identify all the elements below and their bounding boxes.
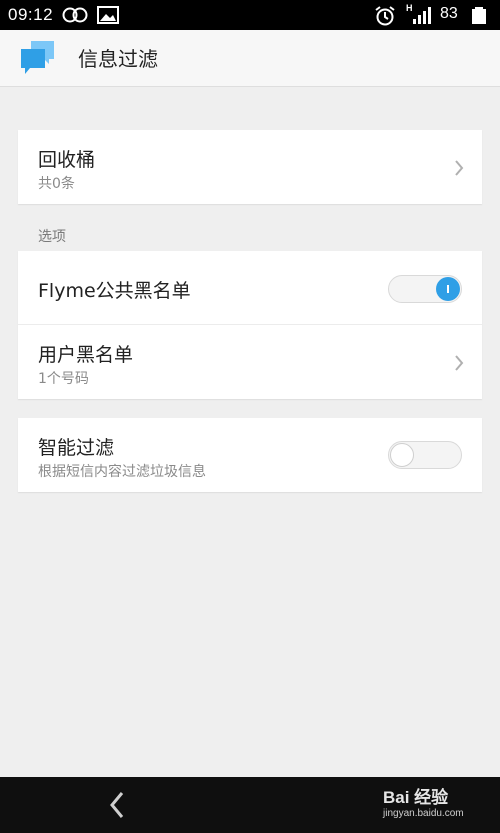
- chevron-right-icon: [455, 355, 464, 371]
- smart-filter-card: 智能过滤 根据短信内容过滤垃圾信息: [18, 418, 482, 492]
- smart-filter-toggle[interactable]: [388, 441, 462, 469]
- gallery-icon: [97, 6, 119, 24]
- smart-filter-title: 智能过滤: [38, 437, 115, 459]
- user-blacklist-row[interactable]: 用户黑名单 1个号码: [18, 325, 482, 399]
- options-card: Flyme公共黑名单 用户黑名单 1个号码: [18, 251, 482, 399]
- alarm-icon: [375, 6, 395, 26]
- trash-row[interactable]: 回收桶 共0条: [18, 130, 482, 204]
- message-bubbles-icon: [21, 41, 54, 74]
- smart-filter-subtitle: 根据短信内容过滤垃圾信息: [38, 464, 206, 480]
- trash-card: 回收桶 共0条: [18, 130, 482, 204]
- trash-subtitle: 共0条: [38, 176, 75, 192]
- watermark-url: jingyan.baidu.com: [383, 808, 464, 819]
- user-blacklist-subtitle: 1个号码: [38, 371, 89, 387]
- status-bar: 09:12 H 83: [0, 0, 500, 30]
- smart-filter-row[interactable]: 智能过滤 根据短信内容过滤垃圾信息: [18, 418, 482, 492]
- app-header: 信息过滤: [0, 30, 500, 87]
- page-title: 信息过滤: [78, 47, 158, 71]
- rings-icon: [62, 7, 88, 23]
- flyme-blacklist-toggle[interactable]: [388, 275, 462, 303]
- status-time: 09:12: [8, 5, 54, 24]
- signal-icon: [413, 7, 431, 24]
- toggle-knob: [436, 277, 460, 301]
- chevron-right-icon: [455, 160, 464, 176]
- battery-level: 83: [440, 5, 458, 22]
- options-section-label: 选项: [38, 229, 66, 245]
- flyme-blacklist-row[interactable]: Flyme公共黑名单: [18, 251, 482, 325]
- watermark-brand: Bai 经验: [383, 788, 449, 807]
- battery-icon: [472, 7, 486, 24]
- navigation-bar: Bai 经验 jingyan.baidu.com: [0, 777, 500, 833]
- watermark: Bai 经验 jingyan.baidu.com: [383, 789, 464, 821]
- flyme-blacklist-title: Flyme公共黑名单: [38, 280, 191, 302]
- trash-title: 回收桶: [38, 149, 96, 171]
- toggle-knob: [390, 443, 414, 467]
- user-blacklist-title: 用户黑名单: [38, 344, 134, 366]
- back-arrow-icon[interactable]: [100, 787, 136, 823]
